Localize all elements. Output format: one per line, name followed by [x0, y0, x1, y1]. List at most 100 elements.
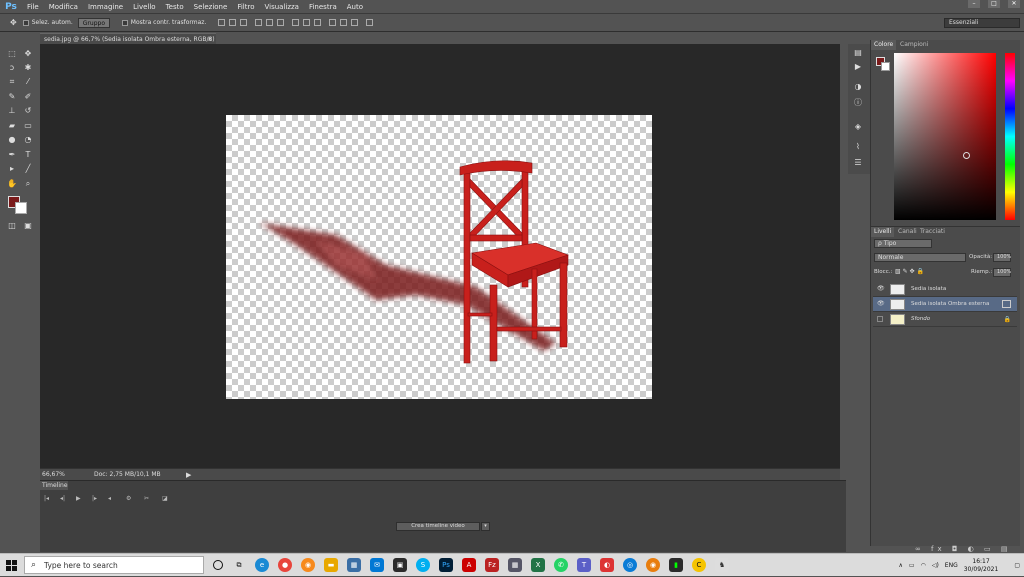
- teams-icon[interactable]: T: [577, 558, 591, 572]
- lock-pixels-icon[interactable]: ▧ ✎ ✥ 🔒: [895, 268, 924, 275]
- document-canvas[interactable]: [226, 115, 652, 399]
- info-icon[interactable]: ⓘ: [853, 98, 863, 108]
- distribute-hcenter-icon[interactable]: [340, 19, 347, 26]
- next-frame-icon[interactable]: |▸: [92, 495, 97, 502]
- styles-icon[interactable]: ◈: [853, 122, 863, 132]
- start-button[interactable]: [0, 554, 22, 577]
- align-bottom-icon[interactable]: [240, 19, 247, 26]
- actions-icon[interactable]: ▶: [853, 62, 863, 72]
- fill-input[interactable]: 100%: [993, 268, 1011, 277]
- tab-color[interactable]: Colore: [871, 40, 896, 50]
- notifications-icon[interactable]: ▢: [1014, 562, 1020, 569]
- blur-tool-icon[interactable]: ●: [6, 134, 18, 146]
- tray-overflow-icon[interactable]: ∧: [899, 562, 903, 569]
- healing-brush-icon[interactable]: ✎: [6, 91, 18, 103]
- app-icon[interactable]: ◐: [600, 558, 614, 572]
- color-panel-background-swatch[interactable]: [881, 62, 890, 71]
- zoom-level[interactable]: 66,67%: [40, 471, 66, 478]
- menu-testo[interactable]: Testo: [161, 0, 189, 14]
- timeline-tab[interactable]: Timeline: [40, 481, 68, 490]
- play-icon[interactable]: ▶: [76, 495, 81, 502]
- eraser-tool-icon[interactable]: ▰: [6, 120, 18, 132]
- align-left-icon[interactable]: [255, 19, 262, 26]
- background-color-swatch[interactable]: [15, 202, 27, 214]
- chrome-icon[interactable]: ●: [278, 558, 292, 572]
- menu-visualizza[interactable]: Visualizza: [259, 0, 303, 14]
- zoom-tool-icon[interactable]: ⌕: [22, 178, 34, 190]
- mail-icon[interactable]: ✉: [370, 558, 384, 572]
- align-right-icon[interactable]: [277, 19, 284, 26]
- magic-wand-icon[interactable]: ✱: [22, 62, 34, 74]
- acrobat-icon[interactable]: A: [462, 558, 476, 572]
- layer-row[interactable]: Sfondo 🔒: [873, 312, 1017, 327]
- menu-finestra[interactable]: Finestra: [304, 0, 342, 14]
- properties-icon[interactable]: ☰: [853, 158, 863, 168]
- menu-livello[interactable]: Livello: [128, 0, 160, 14]
- align-vcenter-icon[interactable]: [229, 19, 236, 26]
- quick-mask-icon[interactable]: ◫: [6, 220, 18, 232]
- hue-slider[interactable]: [1005, 53, 1015, 220]
- minimize-button[interactable]: –: [968, 0, 980, 8]
- app-c-icon[interactable]: C: [692, 558, 706, 572]
- line-tool-icon[interactable]: ╱: [22, 163, 34, 175]
- layer-row-selected[interactable]: 👁 Sedia isolata Ombra esterna: [873, 297, 1017, 312]
- volume-icon[interactable]: ◁): [932, 562, 939, 569]
- document-tab[interactable]: sedia.jpg @ 66,7% (Sedia isolata Ombra e…: [40, 33, 216, 44]
- tab-channels[interactable]: Canali: [895, 227, 920, 237]
- photoshop-taskbar-icon[interactable]: Ps: [439, 558, 453, 572]
- dodge-tool-icon[interactable]: ◔: [22, 134, 34, 146]
- transition-icon[interactable]: ◪: [162, 495, 168, 502]
- pen-tool-icon[interactable]: ✒: [6, 149, 18, 161]
- align-hcenter-icon[interactable]: [266, 19, 273, 26]
- monitor-icon[interactable]: ▮: [669, 558, 683, 572]
- status-menu-arrow-icon[interactable]: ▶: [186, 471, 191, 479]
- align-top-icon[interactable]: [218, 19, 225, 26]
- transform-controls-checkbox[interactable]: [122, 20, 128, 26]
- layer-row[interactable]: 👁 Sedia isolata: [873, 282, 1017, 297]
- cat-app-icon[interactable]: ♞: [715, 558, 729, 572]
- first-frame-icon[interactable]: |◂: [44, 495, 49, 502]
- history-icon[interactable]: ▤: [853, 48, 863, 58]
- marquee-tool-icon[interactable]: ⬚: [6, 48, 18, 60]
- language-indicator[interactable]: ENG: [945, 562, 958, 569]
- move-tool-icon[interactable]: ✥: [10, 18, 17, 27]
- firefox-icon[interactable]: ◉: [301, 558, 315, 572]
- auto-align-icon[interactable]: [366, 19, 373, 26]
- distribute-vcenter-icon[interactable]: [303, 19, 310, 26]
- calculator-icon[interactable]: ▦: [508, 558, 522, 572]
- auto-select-checkbox[interactable]: [23, 20, 29, 26]
- gradient-tool-icon[interactable]: ▭: [22, 120, 34, 132]
- visibility-eye-icon[interactable]: 👁: [877, 301, 884, 307]
- file-explorer-icon[interactable]: ▬: [324, 558, 338, 572]
- maximize-button[interactable]: □: [988, 0, 1000, 8]
- battery-icon[interactable]: ▭: [909, 562, 915, 569]
- webex-icon[interactable]: ◎: [623, 558, 637, 572]
- menu-file[interactable]: File: [22, 0, 44, 14]
- blender-icon[interactable]: ◉: [646, 558, 660, 572]
- distribute-right-icon[interactable]: [351, 19, 358, 26]
- distribute-bottom-icon[interactable]: [314, 19, 321, 26]
- path-selection-icon[interactable]: ▸: [6, 163, 18, 175]
- brush-presets-icon[interactable]: ⌇: [853, 142, 863, 152]
- split-icon[interactable]: ✂: [144, 495, 149, 502]
- auto-select-dropdown[interactable]: Gruppo: [78, 18, 110, 28]
- menu-filtro[interactable]: Filtro: [232, 0, 259, 14]
- opacity-input[interactable]: 100%: [993, 253, 1011, 262]
- close-button[interactable]: ✕: [1008, 0, 1020, 8]
- create-video-timeline-button[interactable]: Crea timeline video: [396, 522, 480, 531]
- timeline-mode-dropdown[interactable]: ▾: [481, 522, 490, 531]
- crop-tool-icon[interactable]: ⌗: [6, 76, 18, 88]
- brush-tool-icon[interactable]: ✐: [22, 91, 34, 103]
- task-view-icon[interactable]: ⧉: [232, 558, 246, 572]
- type-tool-icon[interactable]: T: [22, 149, 34, 161]
- store-icon[interactable]: ▦: [347, 558, 361, 572]
- lasso-tool-icon[interactable]: ↄ: [6, 62, 18, 74]
- audio-icon[interactable]: ◂: [108, 495, 111, 502]
- visibility-eye-icon[interactable]: 👁: [877, 286, 884, 292]
- eyedropper-icon[interactable]: ⁄: [22, 76, 34, 88]
- prev-frame-icon[interactable]: ◂|: [60, 495, 65, 502]
- skype-icon[interactable]: S: [416, 558, 430, 572]
- blend-mode-dropdown[interactable]: Normale: [874, 253, 966, 262]
- wifi-icon[interactable]: ◠: [921, 562, 926, 569]
- layer-filter-dropdown[interactable]: ρ Tipo: [874, 239, 932, 248]
